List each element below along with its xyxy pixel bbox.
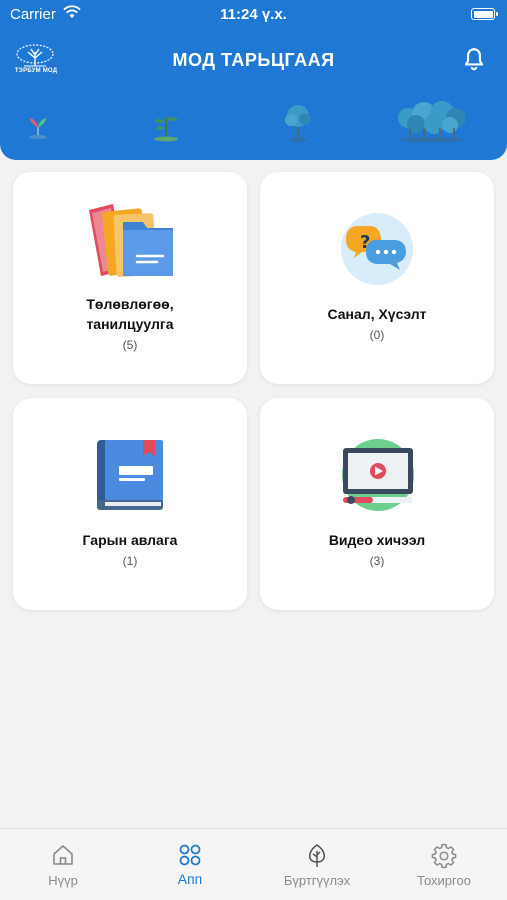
battery-icon — [471, 8, 498, 20]
card-video[interactable]: Видео хичээл (3) — [260, 398, 494, 610]
tab-label: Нүүр — [48, 873, 78, 888]
tree-icon — [308, 844, 326, 867]
video-player-icon — [342, 439, 414, 511]
chat-bubbles-icon: ? — [341, 213, 413, 285]
medium-tree-icon — [285, 105, 311, 142]
small-plant-icon — [154, 116, 178, 142]
tab-apps[interactable]: Апп — [127, 829, 253, 900]
tab-home[interactable]: Нүүр — [0, 829, 126, 900]
card-title-line2: танилцуулга — [86, 316, 174, 332]
app-header: Carrier 11:24 ү.х. ТЭРБУМ МОД МОД ТАРЬЦГ… — [0, 0, 507, 160]
tree-growth-illustration — [29, 101, 466, 143]
card-count: (0) — [369, 328, 385, 342]
tab-label: Тохиргоо — [417, 873, 471, 888]
tab-register[interactable]: Бүртгүүлэх — [254, 829, 380, 900]
home-icon — [53, 845, 73, 865]
bell-icon[interactable] — [461, 46, 487, 72]
card-count: (1) — [122, 554, 138, 568]
card-title: Видео хичээл — [328, 532, 426, 548]
card-title: Санал, Хүсэлт — [327, 306, 427, 322]
status-time: 11:24 ү.х. — [220, 6, 287, 23]
tab-label: Бүртгүүлэх — [283, 873, 351, 888]
page-title: МОД ТАРЬЦГААЯ — [172, 50, 335, 70]
tab-settings[interactable]: Тохиргоо — [381, 829, 507, 900]
gear-icon — [431, 843, 457, 869]
card-feedback[interactable]: ? Санал, Хүсэлт (0) — [260, 172, 494, 384]
sprout-icon — [29, 118, 47, 139]
forest-icon — [398, 101, 466, 143]
status-bar: Carrier 11:24 ү.х. — [0, 0, 507, 28]
book-icon — [97, 440, 163, 510]
card-count: (3) — [369, 554, 385, 568]
card-title: Төлөвлөгөө, — [86, 296, 174, 312]
folders-icon — [89, 204, 173, 277]
apps-grid-icon — [179, 844, 201, 866]
card-plans[interactable]: Төлөвлөгөө, танилцуулга (5) — [13, 172, 247, 384]
card-count: (5) — [122, 338, 138, 352]
card-manual[interactable]: Гарын авлага (1) — [13, 398, 247, 610]
card-title: Гарын авлага — [82, 532, 178, 548]
tab-label: Апп — [177, 871, 203, 887]
bottom-tab-bar: Нүүр Апп Бүртгүүлэх Тохиргоо — [0, 828, 507, 900]
